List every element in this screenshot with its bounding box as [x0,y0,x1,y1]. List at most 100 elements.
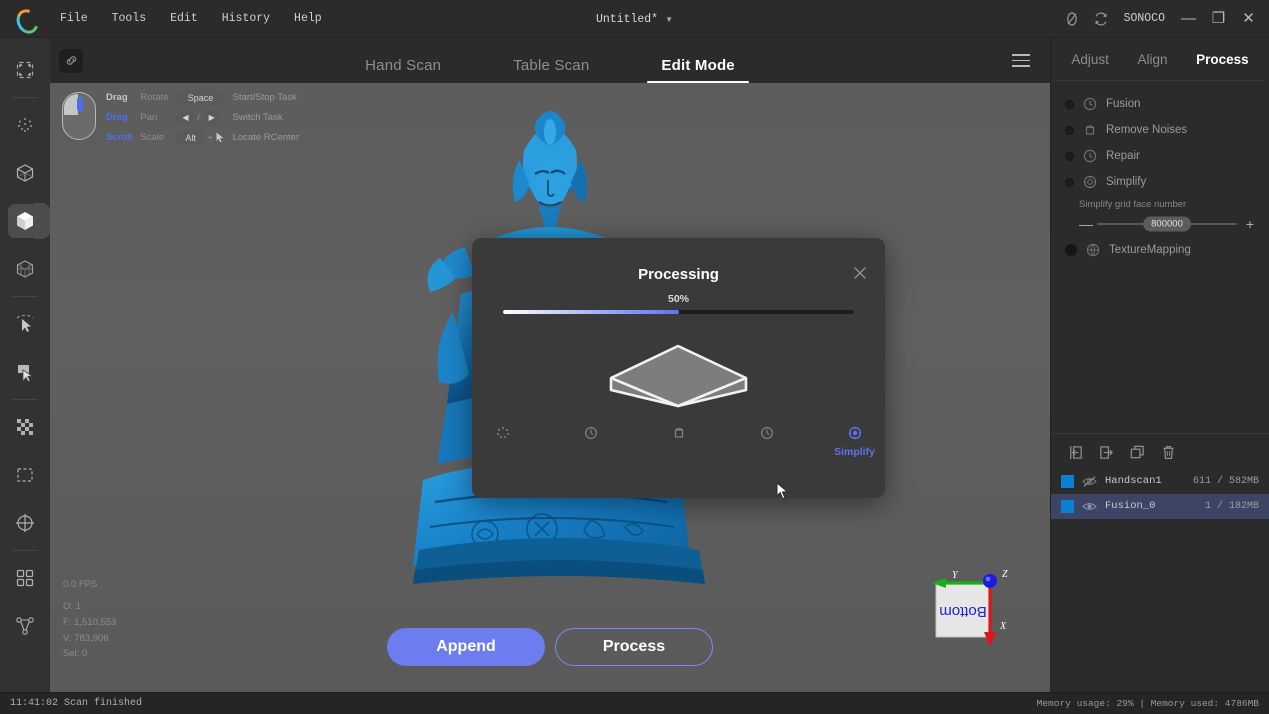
stat-objects: O: 1 [63,601,81,613]
nodes-icon[interactable] [8,609,42,643]
rectangle-select-icon[interactable] [8,458,42,492]
menu-tools[interactable]: Tools [100,7,159,30]
process-step-repair[interactable]: Repair [1051,143,1269,169]
slider-increase-button[interactable]: + [1245,217,1255,231]
toggle-dot[interactable] [1065,99,1074,109]
tab-process[interactable]: Process [1194,48,1251,71]
sync-icon[interactable] [1093,11,1109,27]
process-step-list: Fusion Remove Noises Repair Simplify Sim… [1051,81,1269,263]
crosshair-target-icon[interactable] [8,506,42,540]
cursor-select-icon[interactable] [8,307,42,341]
tab-edit-mode[interactable]: Edit Mode [647,57,750,83]
3d-viewport[interactable]: Hand Scan Table Scan Edit Mode Drag Rota… [50,38,1050,692]
toolbar-divider [12,399,38,400]
right-panel-tabs: Adjust Align Process [1051,38,1269,80]
append-button[interactable]: Append [387,628,545,666]
eye-hidden-icon[interactable] [1082,475,1097,488]
tab-adjust[interactable]: Adjust [1069,48,1111,71]
delete-icon[interactable] [1160,444,1177,461]
import-icon[interactable] [1067,444,1084,461]
process-step-texture-mapping[interactable]: TextureMapping [1051,237,1269,263]
duplicate-icon[interactable] [1129,444,1146,461]
maximize-button[interactable]: ❐ [1210,11,1227,26]
eye-visible-icon[interactable] [1082,500,1097,513]
wireframe-cube-icon[interactable] [8,156,42,190]
dialog-step-remove-noises[interactable] [571,426,611,458]
dialog-step-repair[interactable] [659,426,699,458]
checkerboard-icon[interactable] [8,410,42,444]
slider-decrease-button[interactable]: — [1079,217,1093,231]
texture-icon [1086,243,1100,257]
dialog-step-simplify[interactable] [747,426,787,458]
export-icon[interactable] [1098,444,1115,461]
stat-selected: Sel: 0 [63,648,88,660]
gizmo-z-label: Z [1002,569,1008,580]
progress-area: 50% [503,293,854,314]
tab-table-scan[interactable]: Table Scan [513,57,589,83]
lasso-select-icon[interactable] [8,355,42,389]
toggle-dot[interactable] [1065,177,1074,187]
process-step-fusion[interactable]: Fusion [1051,91,1269,117]
slider-track[interactable]: 800000 [1097,216,1237,232]
file-list-item[interactable]: Fusion_0 1 / 182MB [1051,493,1269,519]
hint-label-start-stop: Start/Stop Task [232,92,297,103]
title-bar-right: SONOCO — ❐ ✕ [1064,11,1269,27]
step-label: TextureMapping [1109,244,1191,256]
close-button[interactable]: ✕ [1240,11,1257,26]
menu-help[interactable]: Help [282,7,334,30]
process-button[interactable]: Process [555,628,713,666]
hint-desc-rotate: Rotate [140,92,169,103]
step-label: Remove Noises [1106,124,1188,136]
menu-bar: File Tools Edit History Help [48,7,334,30]
dialog-step-texture-mapping[interactable]: Simplify [834,426,875,458]
hint-action-scroll: Scroll [106,132,133,143]
dialog-step-label: Simplify [834,446,875,458]
tab-hand-scan[interactable]: Hand Scan [365,57,441,83]
slider-row: — 800000 + [1079,216,1255,232]
orientation-gizmo[interactable]: Bottom Y X Z [918,559,1028,654]
menu-history[interactable]: History [210,7,282,30]
dialog-steps: Simplify [472,426,885,458]
arrow-right-icon: ▶ [202,110,221,125]
mouse-icon [62,92,96,140]
slider-thumb-value[interactable]: 800000 [1143,216,1191,232]
toggle-dot[interactable] [1065,151,1074,161]
status-bar: 11:41:02 Scan finished Memory usage: 29%… [0,692,1269,714]
minimize-button[interactable]: — [1180,11,1197,26]
progress-percent-label: 50% [667,293,690,305]
mouse-hints-overlay: Drag Rotate Space Start/Stop Task Drag P… [62,90,299,145]
slider-title: Simplify grid face number [1079,199,1187,210]
tab-align[interactable]: Align [1135,48,1169,71]
gizmo-face-label: Bottom [939,603,987,620]
mesh-cube-icon[interactable] [8,252,42,286]
file-name: Fusion_0 [1105,500,1156,512]
process-step-simplify[interactable]: Simplify [1051,169,1269,195]
toggle-dot[interactable] [1065,125,1074,135]
menu-file[interactable]: File [48,7,100,30]
process-step-remove-noises[interactable]: Remove Noises [1051,117,1269,143]
dialog-step-fusion[interactable] [483,426,523,458]
file-list-item[interactable]: Handscan1 611 / 582MB [1051,469,1269,494]
no-capture-icon[interactable] [1064,11,1080,27]
color-swatch[interactable] [1061,499,1074,513]
point-cloud-icon[interactable] [8,108,42,142]
hint-label-switch-task: Switch Task [232,112,283,123]
solid-cube-icon[interactable] [8,203,50,239]
user-name-label: SONOCO [1123,12,1165,25]
crop-frame-icon[interactable] [8,53,42,87]
panel-spacer [1051,263,1269,433]
left-toolbar [0,38,50,692]
toggle-dot[interactable] [1065,244,1077,256]
color-swatch[interactable] [1061,474,1074,488]
step-label: Repair [1106,150,1140,162]
fusion-icon [1083,97,1097,111]
menu-edit[interactable]: Edit [158,7,210,30]
grid-squares-icon[interactable] [8,561,42,595]
hint-action-pan: Drag [106,112,128,123]
key-space: Space [176,90,225,105]
simplify-icon [1083,175,1097,189]
chevron-down-icon[interactable]: ▼ [665,15,673,24]
close-icon[interactable] [852,265,868,281]
gizmo-y-label: Y [952,570,959,581]
file-name: Handscan1 [1105,475,1162,487]
